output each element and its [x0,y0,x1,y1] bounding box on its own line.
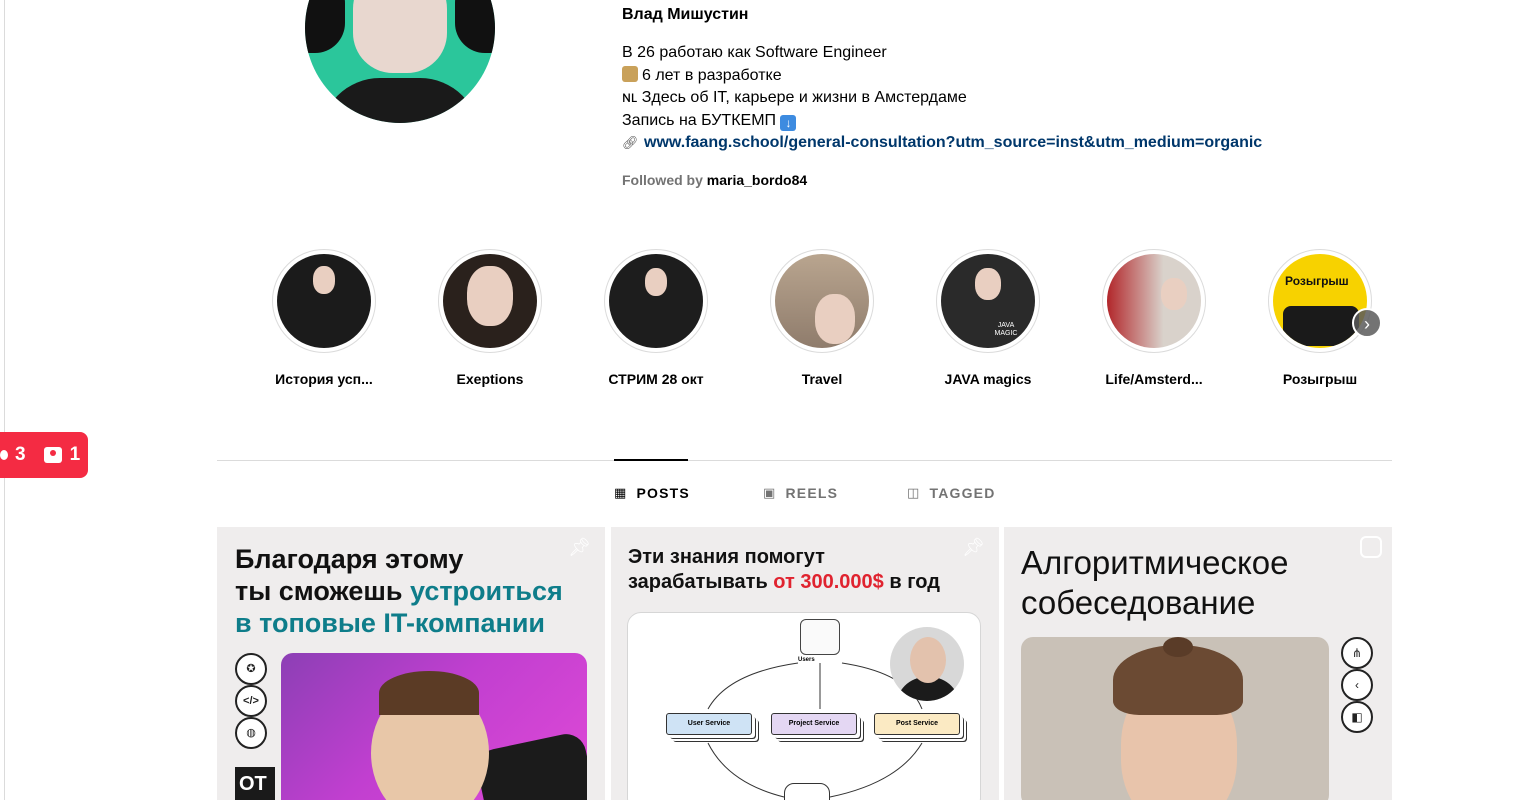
database-icon [784,783,830,800]
profile-link[interactable]: www.faang.school/general-consultation?ut… [644,134,1262,151]
bio-line: Запись на БУТКЕМП ↓ [622,110,1262,133]
active-tab-indicator [614,459,688,461]
highlight-item[interactable]: Life/Amsterd... [1102,249,1206,387]
tab-tagged[interactable]: ◫ TAGGED [907,485,996,501]
highlight-thumb: Розыгрыш [1273,254,1367,348]
highlight-thumb [609,254,703,348]
highlight-thumb [277,254,371,348]
post-photo [1021,637,1329,800]
comment-icon [0,450,8,460]
grid-icon: ▦ [614,485,628,500]
post-tile[interactable]: Эти знания помогут зарабатывать от 300.0… [611,527,999,800]
tab-reels[interactable]: ▣ REELS [763,485,838,501]
highlight-label: История усп... [275,371,373,387]
highlight-label: Life/Amsterd... [1105,371,1203,387]
post-tile[interactable]: Алгоритмическое собеседование ⋔ ‹ ◧ [1004,527,1392,800]
highlight-label: СТРИМ 28 окт [608,371,704,387]
highlight-thumb [443,254,537,348]
down-arrow-emoji-icon: ↓ [780,114,797,131]
reel-icon [1360,536,1382,558]
post-title: Эти знания помогут зарабатывать от 300.0… [628,546,940,593]
diagram-node: User Service [666,713,752,735]
contact-count: 1 [69,444,81,465]
highlight-thumb: JAVA MAGIC [941,254,1035,348]
reels-icon: ▣ [763,485,777,500]
highlights-next-button[interactable]: › [1352,308,1382,338]
code-icon: </> [235,685,267,717]
architecture-diagram: Users User Service Project Service Post … [627,612,981,800]
bio-line: ɴʟ Здесь об IT, карьере и жизни в Амстер… [622,89,967,106]
highlight-item[interactable]: История усп... [272,249,376,387]
profile-name: Влад Мишустин [622,6,749,23]
highlight-item[interactable]: СТРИМ 28 окт [604,249,708,387]
link-icon: 🔗︎ [622,135,639,150]
contact-card-icon [43,447,62,463]
tabs-divider [217,460,1392,461]
highlight-label: Exeptions [456,371,524,387]
post-tile[interactable]: Благодаря этому ты сможешь устроиться в … [217,527,605,800]
highlight-item[interactable]: Travel [770,249,874,387]
highlight-item[interactable]: JAVA MAGIC JAVA magics [936,249,1040,387]
diagram-node: Post Service [874,713,960,735]
post-logo: ОТ [235,767,275,800]
author-photo [890,627,964,701]
diagram-node: Project Service [771,713,857,735]
award-icon: ✪ [235,653,267,685]
pin-icon: 📌︎ [568,537,591,557]
highlight-thumb [775,254,869,348]
post-photo [281,653,587,800]
post-title: Алгоритмическое собеседование [1021,544,1289,621]
bio-line: В 26 работаю как Software Engineer [622,44,887,61]
highlight-thumb [1107,254,1201,348]
highlight-label: Travel [801,371,843,387]
profile-avatar[interactable] [305,0,495,123]
interview-icon: ◧ [1341,701,1373,733]
laptop-emoji-icon [622,65,638,82]
highlight-label: JAVA magics [944,371,1032,387]
hierarchy-icon: ⋔ [1341,637,1373,669]
tagged-icon: ◫ [907,485,921,500]
tab-posts[interactable]: ▦ POSTS [614,485,690,501]
bio-line: 6 лет в разработке [622,65,1262,88]
profile-bio: В 26 работаю как Software Engineer 6 лет… [622,42,1262,155]
pin-icon: 📌︎ [962,537,985,557]
left-divider [4,0,5,800]
post-title: Благодаря этому ты сможешь устроиться в … [235,544,563,638]
leetcode-icon: ‹ [1341,669,1373,701]
highlight-item[interactable]: Exeptions [438,249,542,387]
globe-icon: ◍ [235,717,267,749]
highlight-label: Розыгрыш [1282,371,1358,387]
notification-badge[interactable]: 3 1 [0,432,88,478]
comment-count: 3 [15,444,26,465]
followed-by[interactable]: Followed by maria_bordo84 [622,172,807,188]
